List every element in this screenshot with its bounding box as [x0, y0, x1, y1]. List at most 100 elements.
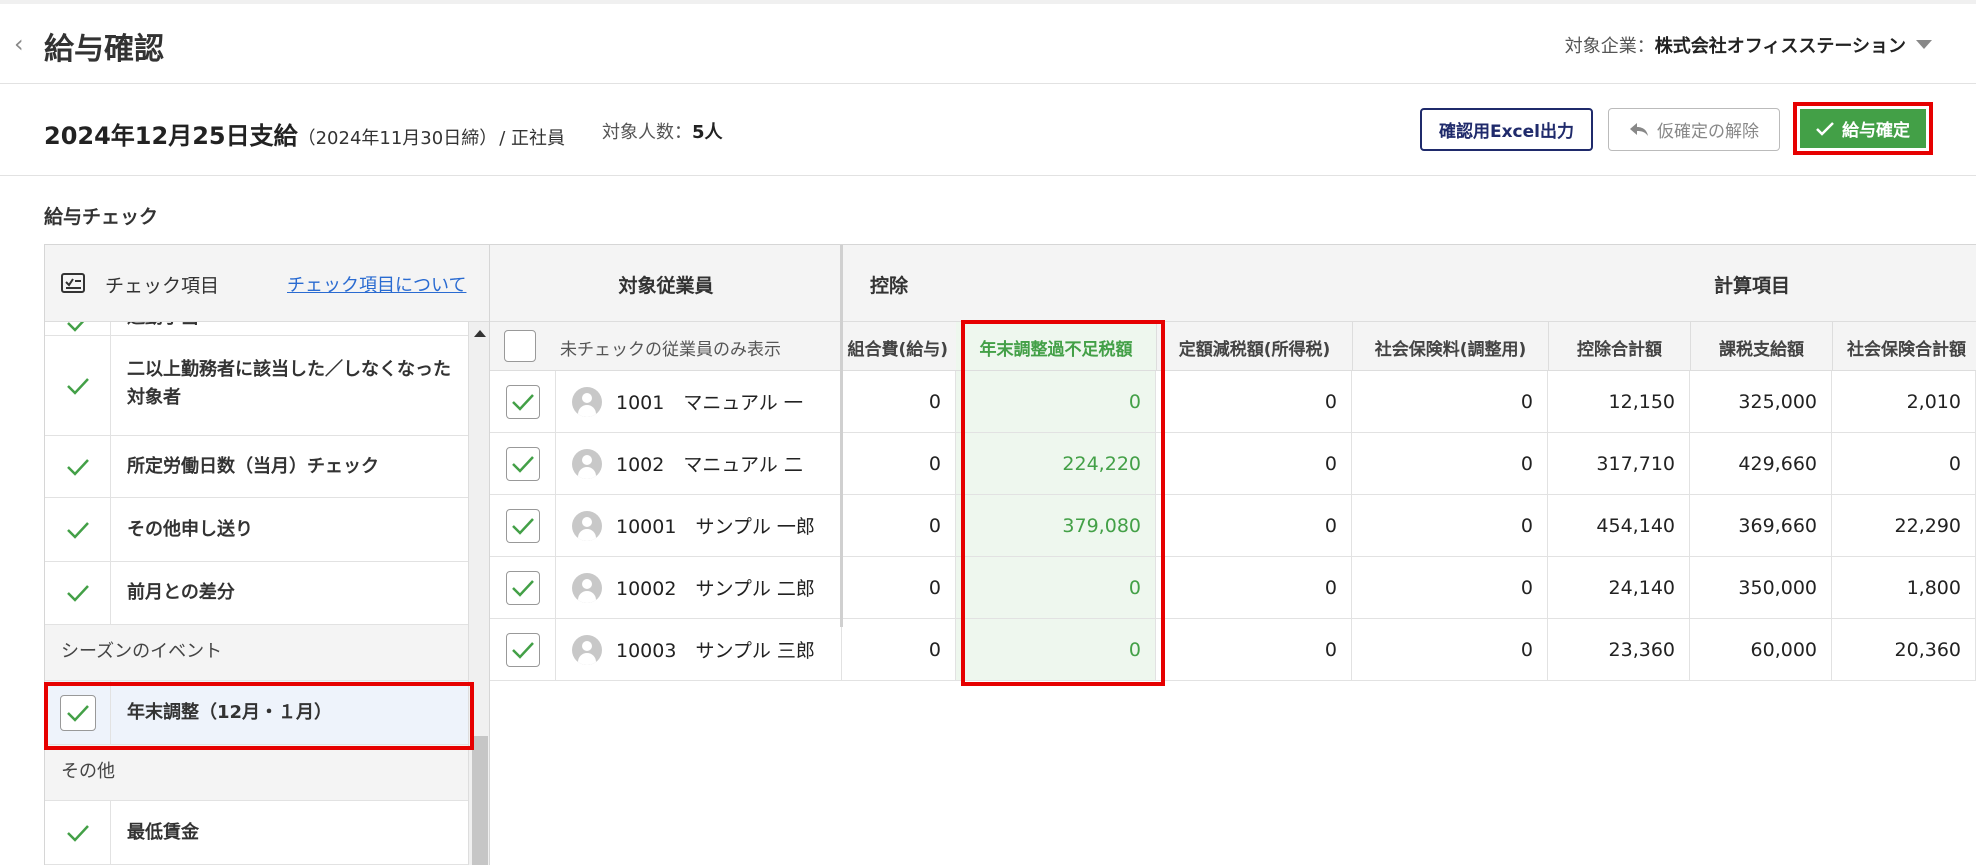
- cell-taxcut: 0: [1156, 371, 1352, 433]
- check-mark-icon: [511, 455, 534, 473]
- cell-union: 0: [842, 495, 956, 557]
- about-check-items-link[interactable]: チェック項目について: [287, 271, 466, 297]
- cell-social-total: 2,010: [1832, 371, 1976, 433]
- company-name: 株式会社オフィスステーション: [1654, 36, 1906, 57]
- cell-deduction-total: 23,360: [1548, 619, 1690, 681]
- pay-date-text: 2024年12月25日支給: [44, 122, 298, 150]
- cell-social-total: 1,800: [1832, 557, 1976, 619]
- cell-taxcut: 0: [1156, 557, 1352, 619]
- row-checkbox[interactable]: [505, 632, 540, 667]
- cell-social-adj: 0: [1352, 495, 1548, 557]
- cell-taxable: 60,000: [1690, 619, 1832, 681]
- col-social-total: 社会保険合計額: [1832, 322, 1976, 371]
- check-item-label: 前月との差分: [127, 582, 235, 603]
- check-items-list[interactable]: 通勤手当 二以上勤務者に該当した／しなくなった対象者 所定労働日数（当月）チェッ…: [45, 322, 469, 865]
- group-header-deduction: 控除: [842, 245, 1690, 322]
- undo-arrow-icon: [1630, 122, 1648, 136]
- check-item[interactable]: 最低賃金: [45, 801, 468, 865]
- check-item-label: 所定労働日数（当月）チェック: [127, 456, 379, 477]
- check-item[interactable]: その他申し送り: [45, 498, 468, 562]
- check-item[interactable]: 所定労働日数（当月）チェック: [45, 436, 468, 498]
- avatar-icon: [572, 634, 602, 665]
- closing-date: （2024年11月30日締）: [297, 128, 498, 149]
- cell-deduction-total: 12,150: [1548, 371, 1690, 433]
- checklist-icon: [61, 273, 85, 293]
- check-item-label: 二以上勤務者に該当した／しなくなった対象者: [127, 359, 451, 408]
- employee-cell[interactable]: 10001 サンプル 一郎: [556, 495, 842, 557]
- cell-deduction-total: 317,710: [1548, 433, 1690, 495]
- excel-export-button[interactable]: 確認用Excel出力: [1420, 108, 1593, 151]
- employee-name: 10002 サンプル 二郎: [616, 578, 815, 600]
- company-selector[interactable]: 対象企業：株式会社オフィスステーション: [1565, 32, 1906, 58]
- employee-cell[interactable]: 10003 サンプル 三郎: [556, 619, 842, 681]
- confirm-payroll-button[interactable]: 給与確定: [1793, 102, 1933, 155]
- release-confirm-button[interactable]: 仮確定の解除: [1608, 108, 1780, 151]
- top-bar: ‹ 給与確認 対象企業：株式会社オフィスステーション: [0, 0, 1976, 84]
- release-confirm-label: 仮確定の解除: [1657, 122, 1759, 142]
- avatar-icon: [572, 386, 602, 417]
- cell-deduction-total: 454,140: [1548, 495, 1690, 557]
- check-icon: [1816, 121, 1834, 136]
- target-count: 対象人数：5人: [602, 118, 723, 144]
- row-check-cell[interactable]: [490, 371, 556, 433]
- check-mark-icon: [45, 562, 111, 624]
- page-title: 給与確認: [44, 32, 164, 67]
- employee-cell[interactable]: 1001 マニュアル 一: [556, 371, 842, 433]
- employee-cell[interactable]: 1002 マニュアル 二: [556, 433, 842, 495]
- company-label: 対象企業：: [1564, 36, 1655, 57]
- check-mark-icon: [511, 393, 534, 411]
- check-mark-icon: [511, 579, 534, 597]
- scrollbar[interactable]: [469, 322, 489, 865]
- cell-social-adj: 0: [1352, 619, 1548, 681]
- check-item[interactable]: 通勤手当: [45, 322, 468, 336]
- check-mark-icon: [45, 322, 111, 335]
- check-mark-icon: [45, 336, 111, 435]
- employee-name: 1001 マニュアル 一: [616, 392, 803, 414]
- row-check-cell[interactable]: [490, 495, 556, 557]
- cell-social-adj: 0: [1352, 371, 1548, 433]
- row-check-cell[interactable]: [490, 433, 556, 495]
- row-checkbox[interactable]: [505, 570, 540, 605]
- col-taxable: 課税支給額: [1690, 322, 1832, 371]
- check-mark-icon: [511, 517, 534, 535]
- col-tax-cut: 定額減税額(所得税): [1156, 322, 1352, 371]
- highlight-frame-year-end: [44, 682, 474, 750]
- row-check-cell[interactable]: [490, 619, 556, 681]
- scroll-up-icon[interactable]: [474, 330, 486, 337]
- section-title: 給与チェック: [44, 206, 159, 228]
- chevron-left-icon[interactable]: ‹: [14, 30, 24, 58]
- row-checkbox[interactable]: [505, 446, 540, 481]
- cell-taxcut: 0: [1156, 619, 1352, 681]
- cell-taxable: 325,000: [1690, 371, 1832, 433]
- employee-cell[interactable]: 10002 サンプル 二郎: [556, 557, 842, 619]
- payroll-table: 対象従業員 控除 計算項目 未チェックの従業員のみ表示 組合費(給与) 年末調整…: [490, 244, 1976, 865]
- col-union-fee: 組合費(給与): [842, 322, 956, 371]
- cell-social-total: 22,290: [1832, 495, 1976, 557]
- target-count-label: 対象人数：: [602, 122, 692, 143]
- scrollbar-thumb[interactable]: [472, 736, 488, 865]
- target-count-value: 5人: [692, 122, 723, 143]
- highlight-frame-yearend-column: [961, 320, 1165, 686]
- check-panel-header: チェック項目 チェック項目について: [45, 245, 489, 322]
- pay-date: 2024年12月25日支給（2024年11月30日締） / 正社員: [44, 116, 565, 151]
- cell-union: 0: [842, 371, 956, 433]
- check-item[interactable]: 二以上勤務者に該当した／しなくなった対象者: [45, 336, 468, 436]
- row-checkbox[interactable]: [505, 508, 540, 543]
- check-mark-icon: [45, 498, 111, 561]
- cell-union: 0: [842, 619, 956, 681]
- cell-deduction-total: 24,140: [1548, 557, 1690, 619]
- row-check-cell[interactable]: [490, 557, 556, 619]
- column-divider: [840, 245, 843, 627]
- employee-name: 10001 サンプル 一郎: [616, 516, 815, 538]
- chevron-down-icon[interactable]: [1916, 40, 1932, 49]
- check-mark-icon: [511, 641, 534, 659]
- col-deduction-total: 控除合計額: [1548, 322, 1690, 371]
- cell-union: 0: [842, 557, 956, 619]
- row-checkbox[interactable]: [505, 384, 540, 419]
- group-header-calc: 計算項目: [1690, 245, 1976, 322]
- group-season-events: シーズンのイベント: [45, 625, 468, 681]
- cell-taxable: 429,660: [1690, 433, 1832, 495]
- filter-unchecked-checkbox[interactable]: [504, 330, 536, 362]
- employee-name: 1002 マニュアル 二: [616, 454, 803, 476]
- check-item[interactable]: 前月との差分: [45, 562, 468, 625]
